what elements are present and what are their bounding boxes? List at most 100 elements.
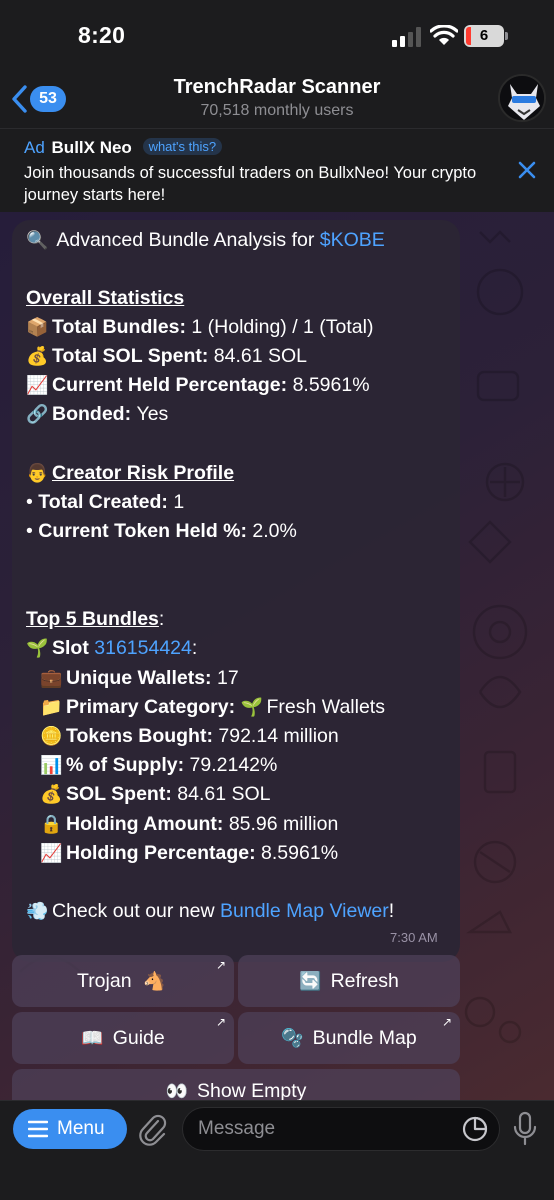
signal-icon xyxy=(392,27,421,47)
bundle-map-label: Bundle Map xyxy=(312,1027,417,1049)
package-icon: 📦 xyxy=(26,317,49,338)
creator-value: 1 xyxy=(173,491,185,513)
seedling-icon: 🌱 xyxy=(26,638,49,659)
bundle-value: 84.61 SOL xyxy=(177,783,271,805)
status-time: 8:20 xyxy=(78,22,126,48)
external-link-icon: ↗ xyxy=(441,1015,452,1029)
sticker-icon[interactable] xyxy=(462,1116,488,1142)
bundle-row: 💰 SOL Spent: 84.61 SOL xyxy=(40,783,271,805)
stat-label: Total Bundles xyxy=(52,316,180,338)
bundle-value: 79.2142% xyxy=(189,754,278,776)
chart-up-icon: 📈 xyxy=(40,843,63,864)
chart-up-icon: 📈 xyxy=(26,375,49,396)
bundle-label: Tokens Bought xyxy=(66,725,207,747)
eyes-icon: 👀 xyxy=(165,1081,188,1100)
chat-subtitle: 70,518 monthly users xyxy=(200,102,354,119)
person-icon: 👨 xyxy=(26,463,49,484)
avatar[interactable] xyxy=(498,74,546,122)
bundle-value: 8.5961% xyxy=(261,842,339,864)
paperclip-icon[interactable] xyxy=(138,1111,168,1147)
sponsored-ad-banner[interactable]: Ad BullX Neo what's this? Join thousands… xyxy=(0,128,554,212)
creator-row: • Total Created: 1 xyxy=(26,491,185,513)
stat-label: Current Held Percentage xyxy=(52,374,281,396)
horse-icon: 🐴 xyxy=(142,971,166,992)
stat-row: 🔗 Bonded: Yes xyxy=(26,403,169,425)
bundle-label: SOL Spent xyxy=(66,783,166,805)
message-input[interactable] xyxy=(182,1107,500,1151)
chat-title[interactable]: TrenchRadar Scanner xyxy=(0,76,554,99)
money-bag-icon: 💰 xyxy=(26,346,49,367)
stat-row: 💰 Total SOL Spent: 84.61 SOL xyxy=(26,345,308,367)
slot-row: 🌱 Slot 316154424: xyxy=(26,637,198,659)
show-empty-button[interactable]: 👀 Show Empty xyxy=(12,1069,460,1100)
creator-risk-title: 👨 Creator Risk Profile xyxy=(26,461,234,486)
lock-icon: 🔒 xyxy=(40,814,63,835)
magnifier-icon: 🔍 xyxy=(26,230,49,251)
creator-row: • Current Token Held %: 2.0% xyxy=(26,520,297,542)
microphone-icon[interactable] xyxy=(512,1111,538,1147)
footer-text: Check out our new xyxy=(52,900,215,922)
bundle-label: % of Supply xyxy=(66,754,178,776)
bundle-label: Holding Percentage xyxy=(66,842,250,864)
close-icon[interactable] xyxy=(517,160,537,180)
bundle-row: 🔒 Holding Amount: 85.96 million xyxy=(40,813,339,835)
token-link[interactable]: $KOBE xyxy=(320,229,385,251)
bundle-map-viewer-link[interactable]: Bundle Map Viewer xyxy=(220,900,389,922)
chat-header: 53 TrenchRadar Scanner 70,518 monthly us… xyxy=(0,70,554,128)
section-title: Creator Risk Profile xyxy=(52,462,235,484)
stat-value: 8.5961% xyxy=(292,374,370,396)
guide-button[interactable]: 📖 Guide ↗ xyxy=(12,1012,234,1064)
menu-label: Menu xyxy=(57,1118,105,1139)
bundle-row: 📁 Primary Category: 🌱 Fresh Wallets xyxy=(40,696,385,718)
stat-row: 📦 Total Bundles: 1 (Holding) / 1 (Total) xyxy=(26,316,374,338)
dash-icon: 💨 xyxy=(26,901,49,922)
ad-text: Join thousands of successful traders on … xyxy=(24,164,477,204)
ad-whats-this-button[interactable]: what's this? xyxy=(142,138,223,155)
map-icon: 🫧 xyxy=(281,1028,304,1049)
menu-button[interactable]: Menu xyxy=(13,1109,127,1149)
battery-icon: 6 xyxy=(464,25,508,47)
book-icon: 📖 xyxy=(81,1028,104,1049)
stat-value: 1 (Holding) / 1 (Total) xyxy=(191,316,374,338)
slot-link[interactable]: 316154424 xyxy=(94,637,192,659)
trojan-label: Trojan xyxy=(77,970,132,992)
folder-icon: 📁 xyxy=(40,697,63,718)
top-bundles-title: Top 5 Bundles: xyxy=(26,608,165,630)
stat-value: 84.61 SOL xyxy=(213,345,308,367)
stat-value: Yes xyxy=(136,403,169,425)
guide-label: Guide xyxy=(112,1027,165,1049)
menu-icon xyxy=(28,1120,48,1138)
slot-label: Slot xyxy=(52,637,89,659)
bundle-row: 🪙 Tokens Bought: 792.14 million xyxy=(40,725,339,747)
bundle-label: Unique Wallets xyxy=(66,667,206,689)
section-title: Overall Statistics xyxy=(26,287,185,309)
bundle-row: 💼 Unique Wallets: 17 xyxy=(40,667,239,689)
message-input-bar: Menu xyxy=(0,1100,554,1200)
external-link-icon: ↗ xyxy=(215,1015,226,1029)
trojan-button[interactable]: Trojan 🐴 ↗ xyxy=(12,955,234,1007)
coin-icon: 🪙 xyxy=(40,726,63,747)
money-bag-icon: 💰 xyxy=(40,784,63,805)
show-empty-label: Show Empty xyxy=(196,1080,307,1100)
bar-chart-icon: 📊 xyxy=(40,755,63,776)
refresh-button[interactable]: 🔄 Refresh xyxy=(238,955,460,1007)
message-time: 7:30 AM xyxy=(390,930,438,945)
refresh-icon: 🔄 xyxy=(299,971,322,992)
creator-label: Total Created xyxy=(38,491,162,513)
wifi-icon xyxy=(430,25,458,45)
ad-name: BullX Neo xyxy=(51,138,132,157)
bundle-row: 📈 Holding Percentage: 8.5961% xyxy=(40,842,339,864)
bundle-value: Fresh Wallets xyxy=(266,696,385,718)
section-title: Top 5 Bundles xyxy=(26,608,159,630)
bundle-value: 17 xyxy=(216,667,239,689)
link-icon: 🔗 xyxy=(26,404,49,425)
stat-row: 📈 Current Held Percentage: 8.5961% xyxy=(26,374,370,396)
bundle-value: 85.96 million xyxy=(228,813,339,835)
battery-level: 6 xyxy=(479,27,489,44)
bundle-label: Primary Category xyxy=(66,696,229,718)
overall-statistics-title: Overall Statistics xyxy=(26,286,184,310)
bundle-map-button[interactable]: 🫧 Bundle Map ↗ xyxy=(238,1012,460,1064)
bundle-value: 792.14 million xyxy=(218,725,339,747)
bundle-label: Holding Amount xyxy=(66,813,217,835)
creator-value: 2.0% xyxy=(252,520,297,542)
